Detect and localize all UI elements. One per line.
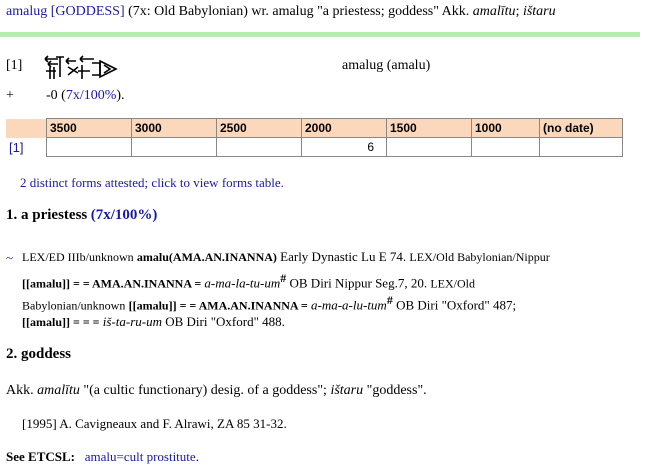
- hash-marker: #: [386, 293, 393, 307]
- sense-1-title: 1. a priestess: [6, 207, 88, 223]
- row-label-link[interactable]: [1]: [9, 140, 23, 155]
- hash-marker: #: [280, 271, 287, 285]
- etcsl-end: .: [195, 449, 199, 464]
- etcsl-label: See ETCSL:: [6, 449, 75, 464]
- akkadian-equivalent-2: ištaru: [330, 383, 364, 398]
- sense-1-percent-link[interactable]: (7x/100%): [91, 207, 158, 223]
- lemma-link[interactable]: amalug: [6, 4, 47, 19]
- lex-equation: [[amalu]] = = AMA.AN.INANNA =: [128, 298, 308, 313]
- attestation-summary: -0 (7x/100%).: [46, 88, 125, 104]
- sense-1-heading: 1. a priestess (7x/100%): [6, 207, 157, 224]
- lex-line-3: Babylonian/unknown [[amalu]] = = AMA.AN.…: [22, 293, 516, 313]
- lex-source: LEX/Old: [430, 276, 476, 291]
- period-header: 1500: [386, 118, 472, 138]
- summary-prefix: -0 (: [46, 88, 66, 103]
- period-cell: [386, 137, 472, 157]
- lex-equation: [[amalu]] = = AMA.AN.INANNA =: [22, 276, 202, 291]
- divider-bar: [0, 32, 640, 37]
- form-reading: amalug (amalu): [342, 58, 431, 73]
- period-cell: [131, 137, 217, 157]
- plus-marker: +: [6, 88, 14, 103]
- period-cell: [216, 137, 302, 157]
- lex-line-4: [[amalu]] = = = iš-ta-ru-um OB Diri "Oxf…: [22, 314, 285, 330]
- etcsl-link[interactable]: amalu=cult prostitute: [85, 449, 196, 464]
- pos-tag[interactable]: [GODDESS]: [51, 4, 125, 19]
- lex-source: LEX/ED IIIb/unknown: [22, 250, 134, 264]
- tilde-marker[interactable]: ~: [6, 250, 13, 266]
- lex-reference: Early Dynastic Lu E 74.: [280, 249, 407, 264]
- akkadian-equivalent-2: ištaru: [522, 4, 556, 19]
- lex-form: amalu(AMA.AN.INANNA): [136, 250, 277, 264]
- sense-2-title: 2. goddess: [6, 346, 72, 362]
- period-cell: [539, 137, 623, 157]
- akkadian-equivalent-1: amalītu: [37, 383, 80, 398]
- period-header: 3500: [46, 118, 132, 138]
- periods-table: 3500 3000 2500 2000 1500 1000 (no date) …: [6, 118, 623, 157]
- lex-reference: OB Diri "Oxford" 488.: [165, 314, 285, 329]
- akkadian-equivalent-1: amalītu: [472, 4, 516, 19]
- forms-table-link[interactable]: 2 distinct forms attested; click to view…: [20, 175, 284, 191]
- period-header: (no date): [539, 118, 623, 138]
- lex-source: Babylonian/unknown: [22, 298, 126, 313]
- akkadian-gloss: a-ma-la-tu-um: [204, 275, 281, 291]
- akk-gloss-1: "(a cultic functionary) desig. of a godd…: [83, 383, 327, 398]
- akk-gloss-2: "goddess".: [366, 383, 427, 398]
- period-cell: [471, 137, 540, 157]
- period-cell: [46, 137, 132, 157]
- attestation-text: (7x: Old Babylonian) wr. amalug "a pries…: [128, 4, 470, 19]
- period-cell: 6: [301, 137, 387, 157]
- lex-reference: OB Diri "Oxford" 487;: [396, 297, 517, 313]
- summary-percent-link[interactable]: 7x/100%: [66, 88, 117, 103]
- sense-2-akkadian: Akk. amalītu "(a cultic functionary) des…: [6, 383, 427, 399]
- period-header: 1000: [471, 118, 540, 138]
- etcsl-line: See ETCSL: amalu=cult prostitute.: [6, 449, 199, 465]
- cuneiform-sign-icon: [42, 53, 120, 88]
- lex-source: LEX/Old Babylonian/Nippur: [409, 250, 550, 264]
- lex-line-1: LEX/ED IIIb/unknown amalu(AMA.AN.INANNA)…: [22, 249, 550, 265]
- period-header: 2500: [216, 118, 302, 138]
- lex-reference: OB Diri Nippur Seg.7, 20.: [289, 275, 428, 291]
- lex-line-2: [[amalu]] = = AMA.AN.INANNA = a-ma-la-tu…: [22, 271, 475, 291]
- bibliography-entry: [1995] A. Cavigneaux and F. Alrawi, ZA 8…: [22, 416, 287, 431]
- akk-prefix: Akk.: [6, 383, 34, 398]
- period-header: 3000: [131, 118, 217, 138]
- akkadian-gloss: iš-ta-ru-um: [102, 314, 162, 329]
- periods-data-row: [1] 6: [6, 137, 623, 157]
- corner-cell: [6, 118, 47, 138]
- form-index: [1]: [6, 58, 23, 73]
- lex-equation: [[amalu]] = = =: [22, 315, 100, 329]
- entry-header: amalug [GODDESS] (7x: Old Babylonian) wr…: [6, 4, 556, 20]
- separator: ;: [515, 4, 520, 19]
- summary-suffix: ).: [116, 88, 125, 103]
- periods-header-row: 3500 3000 2500 2000 1500 1000 (no date): [6, 118, 623, 138]
- period-header: 2000: [301, 118, 387, 138]
- akkadian-gloss: a-ma-a-lu-tum: [311, 297, 387, 313]
